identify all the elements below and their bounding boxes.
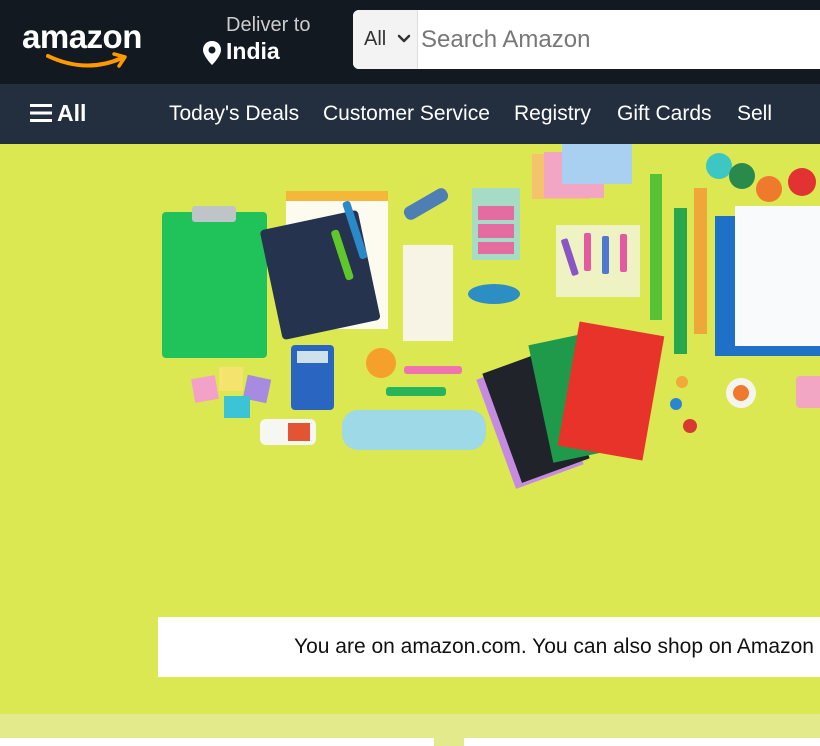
content-card-right[interactable]	[464, 738, 820, 746]
nav-item-sell[interactable]: Sell	[737, 102, 772, 126]
country-notice-text: You are on amazon.com. You can also shop…	[294, 635, 820, 658]
deliver-to-button[interactable]: Deliver to India	[200, 12, 330, 68]
search-category-label: All	[364, 28, 387, 50]
amazon-smile-icon	[46, 52, 127, 68]
deliver-to-label: Deliver to	[226, 14, 311, 36]
top-header: amazon Deliver to India All	[0, 0, 820, 84]
hamburger-icon	[30, 104, 52, 122]
all-menu-label: All	[57, 100, 87, 126]
nav-item-gift-cards[interactable]: Gift Cards	[617, 102, 712, 126]
search-bar: All	[353, 10, 820, 69]
hero-banner[interactable]: You are on amazon.com. You can also shop…	[0, 144, 820, 714]
nav-item-registry[interactable]: Registry	[514, 102, 591, 126]
nav-item-todays-deals[interactable]: Today's Deals	[169, 102, 299, 126]
chevron-down-icon	[397, 34, 411, 43]
location-pin-icon	[203, 41, 221, 65]
amazon-logo[interactable]: amazon	[22, 14, 148, 68]
nav-bar: All Today's Deals Customer Service Regis…	[0, 84, 820, 144]
search-category-dropdown[interactable]: All	[353, 10, 418, 69]
nav-item-customer-service[interactable]: Customer Service	[323, 102, 490, 126]
deliver-to-location: India	[226, 38, 280, 64]
search-input[interactable]	[419, 10, 820, 69]
country-notice-banner: You are on amazon.com. You can also shop…	[158, 617, 820, 677]
logo-wordmark: amazon	[22, 18, 142, 55]
content-card-left[interactable]	[0, 738, 434, 746]
